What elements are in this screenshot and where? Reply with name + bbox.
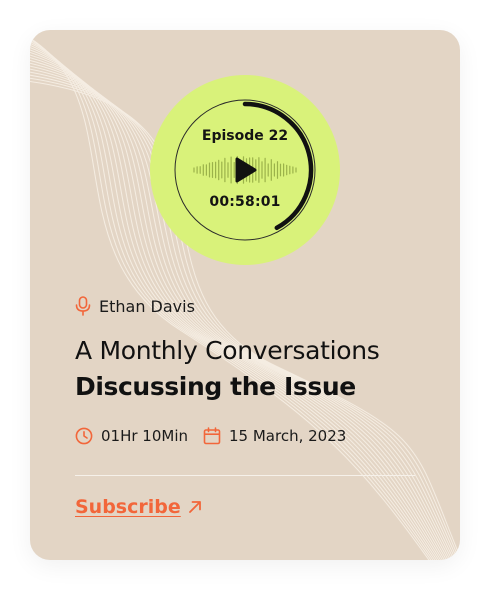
- podcast-card: Episode 22 00:58:01 Ethan Davis A Monthl…: [30, 30, 460, 560]
- host-row: Ethan Davis: [75, 296, 195, 316]
- calendar-icon: [203, 427, 221, 445]
- player-disc: [150, 75, 340, 265]
- host-name: Ethan Davis: [99, 296, 195, 316]
- episode-label: Episode 22: [201, 128, 289, 144]
- subscribe-label: Subscribe: [75, 496, 181, 518]
- clock-icon: [75, 427, 93, 445]
- subscribe-link[interactable]: Subscribe: [75, 496, 203, 518]
- playback-time: 00:58:01: [209, 194, 281, 210]
- duration-text: 01Hr 10Min: [101, 427, 189, 445]
- microphone-icon: [75, 296, 91, 316]
- duration-meta: 01Hr 10Min: [75, 427, 188, 445]
- episode-title-line1: A Monthly Conversations: [75, 336, 380, 365]
- episode-title-line2: Discussing the Issue: [75, 372, 356, 401]
- date-text: 15 March, 2023: [229, 427, 347, 445]
- divider: [75, 475, 415, 476]
- audio-player[interactable]: Episode 22 00:58:01: [150, 75, 340, 265]
- arrow-up-right-icon: [188, 501, 201, 513]
- date-meta: 15 March, 2023: [203, 427, 346, 445]
